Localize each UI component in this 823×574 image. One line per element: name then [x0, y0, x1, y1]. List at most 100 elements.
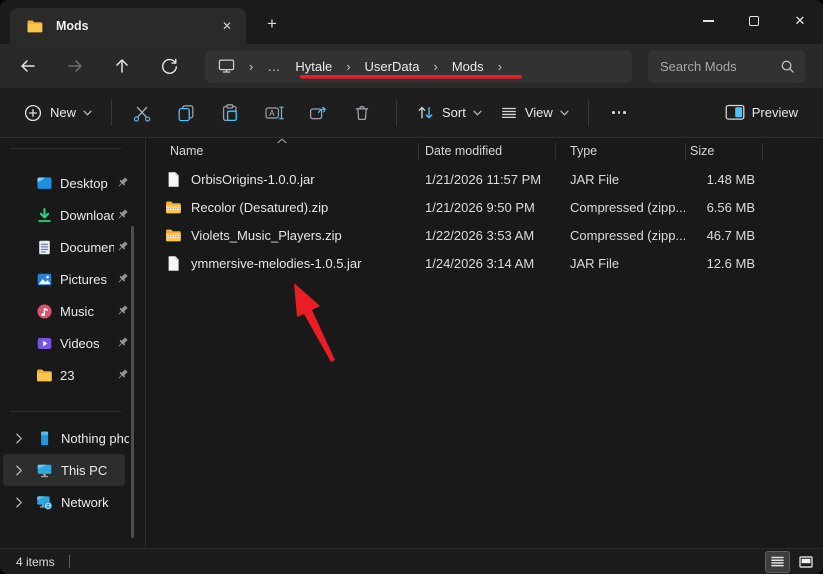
forward-button[interactable] — [58, 49, 92, 83]
sidebar-item-label: This PC — [61, 463, 107, 478]
new-button[interactable]: New — [14, 97, 101, 129]
sidebar-pinned-section: Desktop Downloads Documents Pictures — [0, 167, 145, 391]
chevron-down-icon — [560, 110, 569, 116]
view-label: View — [525, 105, 553, 120]
tab-close-icon[interactable]: ✕ — [214, 13, 240, 39]
details-view-button[interactable] — [765, 551, 790, 573]
sidebar-item-23[interactable]: 23 — [0, 359, 145, 391]
sidebar-item-music[interactable]: Music — [0, 295, 145, 327]
pin-icon — [116, 176, 129, 189]
rename-button[interactable]: A — [254, 95, 294, 131]
column-resize-handle[interactable] — [555, 143, 556, 160]
chevron-down-icon — [473, 110, 482, 116]
breadcrumb-separator: › — [498, 59, 502, 74]
file-row-violets[interactable]: Violets_Music_Players.zip 1/22/2026 3:53… — [146, 221, 823, 249]
file-name: ymmersive-melodies-1.0.5.jar — [191, 256, 362, 271]
zip-file-icon — [165, 199, 182, 216]
sidebar-item-downloads[interactable]: Downloads — [0, 199, 145, 231]
file-name: OrbisOrigins-1.0.0.jar — [191, 172, 315, 187]
view-button[interactable]: View — [491, 98, 578, 128]
cut-button[interactable] — [122, 95, 162, 131]
preview-button[interactable]: Preview — [716, 98, 807, 127]
jar-file-icon — [165, 171, 182, 188]
delete-button[interactable] — [342, 95, 382, 131]
paste-button[interactable] — [210, 95, 250, 131]
sort-icon — [416, 103, 435, 122]
breadcrumb-item-hytale[interactable]: Hytale — [295, 59, 332, 74]
column-resize-handle[interactable] — [762, 143, 763, 160]
breadcrumb-separator: › — [249, 59, 253, 74]
chevron-right-icon — [14, 497, 24, 508]
breadcrumb-item-mods[interactable]: Mods — [452, 59, 484, 74]
file-explorer-window: Mods ✕ + ✕ › … Hytale › UserData — [0, 0, 823, 574]
music-icon — [36, 303, 53, 320]
toolbar: New A Sort View — [0, 88, 823, 138]
column-resize-handle[interactable] — [685, 143, 686, 160]
maximize-icon — [749, 16, 759, 26]
pin-icon — [116, 208, 129, 221]
sidebar-scrollbar[interactable] — [131, 226, 134, 538]
breadcrumb-overflow[interactable]: … — [267, 59, 281, 74]
sort-button[interactable]: Sort — [407, 97, 491, 128]
close-button[interactable]: ✕ — [777, 0, 823, 42]
paste-icon — [220, 103, 240, 123]
sidebar-item-network[interactable]: Network — [3, 486, 131, 518]
sort-ascending-caret-icon — [277, 138, 287, 144]
sidebar-item-pictures[interactable]: Pictures — [0, 263, 145, 295]
file-row-orbisorigins[interactable]: OrbisOrigins-1.0.0.jar 1/21/2026 11:57 P… — [146, 165, 823, 193]
sidebar: Desktop Downloads Documents Pictures — [0, 138, 145, 548]
large-icons-view-button[interactable] — [793, 551, 818, 573]
window-controls: ✕ — [685, 0, 823, 42]
navigation-bar: › … Hytale › UserData › Mods › — [0, 44, 823, 88]
chevron-right-icon — [14, 433, 24, 444]
tab-title: Mods — [56, 19, 89, 33]
sidebar-item-label: Downloads — [60, 208, 114, 223]
file-row-ymmersive[interactable]: ymmersive-melodies-1.0.5.jar 1/24/2026 3… — [146, 249, 823, 277]
chevron-right-icon — [14, 465, 24, 476]
minimize-button[interactable] — [685, 0, 731, 42]
file-date-modified: 1/21/2026 9:50 PM — [418, 200, 555, 215]
sidebar-item-desktop[interactable]: Desktop — [0, 167, 145, 199]
column-headers: Name Date modified Type Size — [146, 138, 823, 164]
large-icons-view-icon — [799, 556, 813, 568]
tab-mods[interactable]: Mods ✕ — [10, 8, 246, 44]
pin-icon — [116, 240, 129, 253]
downloads-icon — [36, 207, 53, 224]
copy-icon — [176, 103, 196, 123]
up-button[interactable] — [105, 49, 139, 83]
copy-button[interactable] — [166, 95, 206, 131]
search-input[interactable] — [660, 59, 780, 74]
view-icon — [500, 104, 518, 122]
new-tab-button[interactable]: + — [258, 11, 286, 37]
sidebar-tree-section: Nothing pho This PC Network — [0, 422, 145, 518]
forward-icon — [65, 56, 85, 76]
refresh-icon — [160, 57, 179, 76]
refresh-button[interactable] — [152, 49, 186, 83]
sidebar-item-this-pc[interactable]: This PC — [3, 454, 125, 486]
sidebar-item-documents[interactable]: Documents — [0, 231, 145, 263]
pin-icon — [116, 368, 129, 381]
breadcrumb-separator: › — [346, 59, 350, 74]
cut-icon — [132, 103, 152, 123]
column-header-date[interactable]: Date modified — [418, 144, 555, 158]
toolbar-divider — [111, 100, 112, 126]
column-header-name[interactable]: Name — [146, 144, 418, 158]
more-options-button[interactable] — [599, 95, 639, 131]
sidebar-item-videos[interactable]: Videos — [0, 327, 145, 359]
svg-text:A: A — [269, 108, 275, 117]
back-button[interactable] — [11, 49, 45, 83]
this-pc-icon[interactable] — [218, 58, 235, 74]
maximize-button[interactable] — [731, 0, 777, 42]
column-resize-handle[interactable] — [418, 143, 419, 160]
breadcrumb-item-userdata[interactable]: UserData — [365, 59, 420, 74]
sidebar-item-nothing-phone[interactable]: Nothing pho — [3, 422, 131, 454]
preview-label: Preview — [752, 105, 798, 120]
file-type: Compressed (zipp... — [555, 200, 685, 215]
sidebar-item-label: 23 — [60, 368, 74, 383]
share-button[interactable] — [298, 95, 338, 131]
file-row-recolor[interactable]: Recolor (Desatured).zip 1/21/2026 9:50 P… — [146, 193, 823, 221]
column-header-size[interactable]: Size — [685, 144, 762, 158]
search-box[interactable] — [648, 50, 805, 83]
network-icon — [36, 494, 53, 511]
column-header-type[interactable]: Type — [555, 144, 685, 158]
